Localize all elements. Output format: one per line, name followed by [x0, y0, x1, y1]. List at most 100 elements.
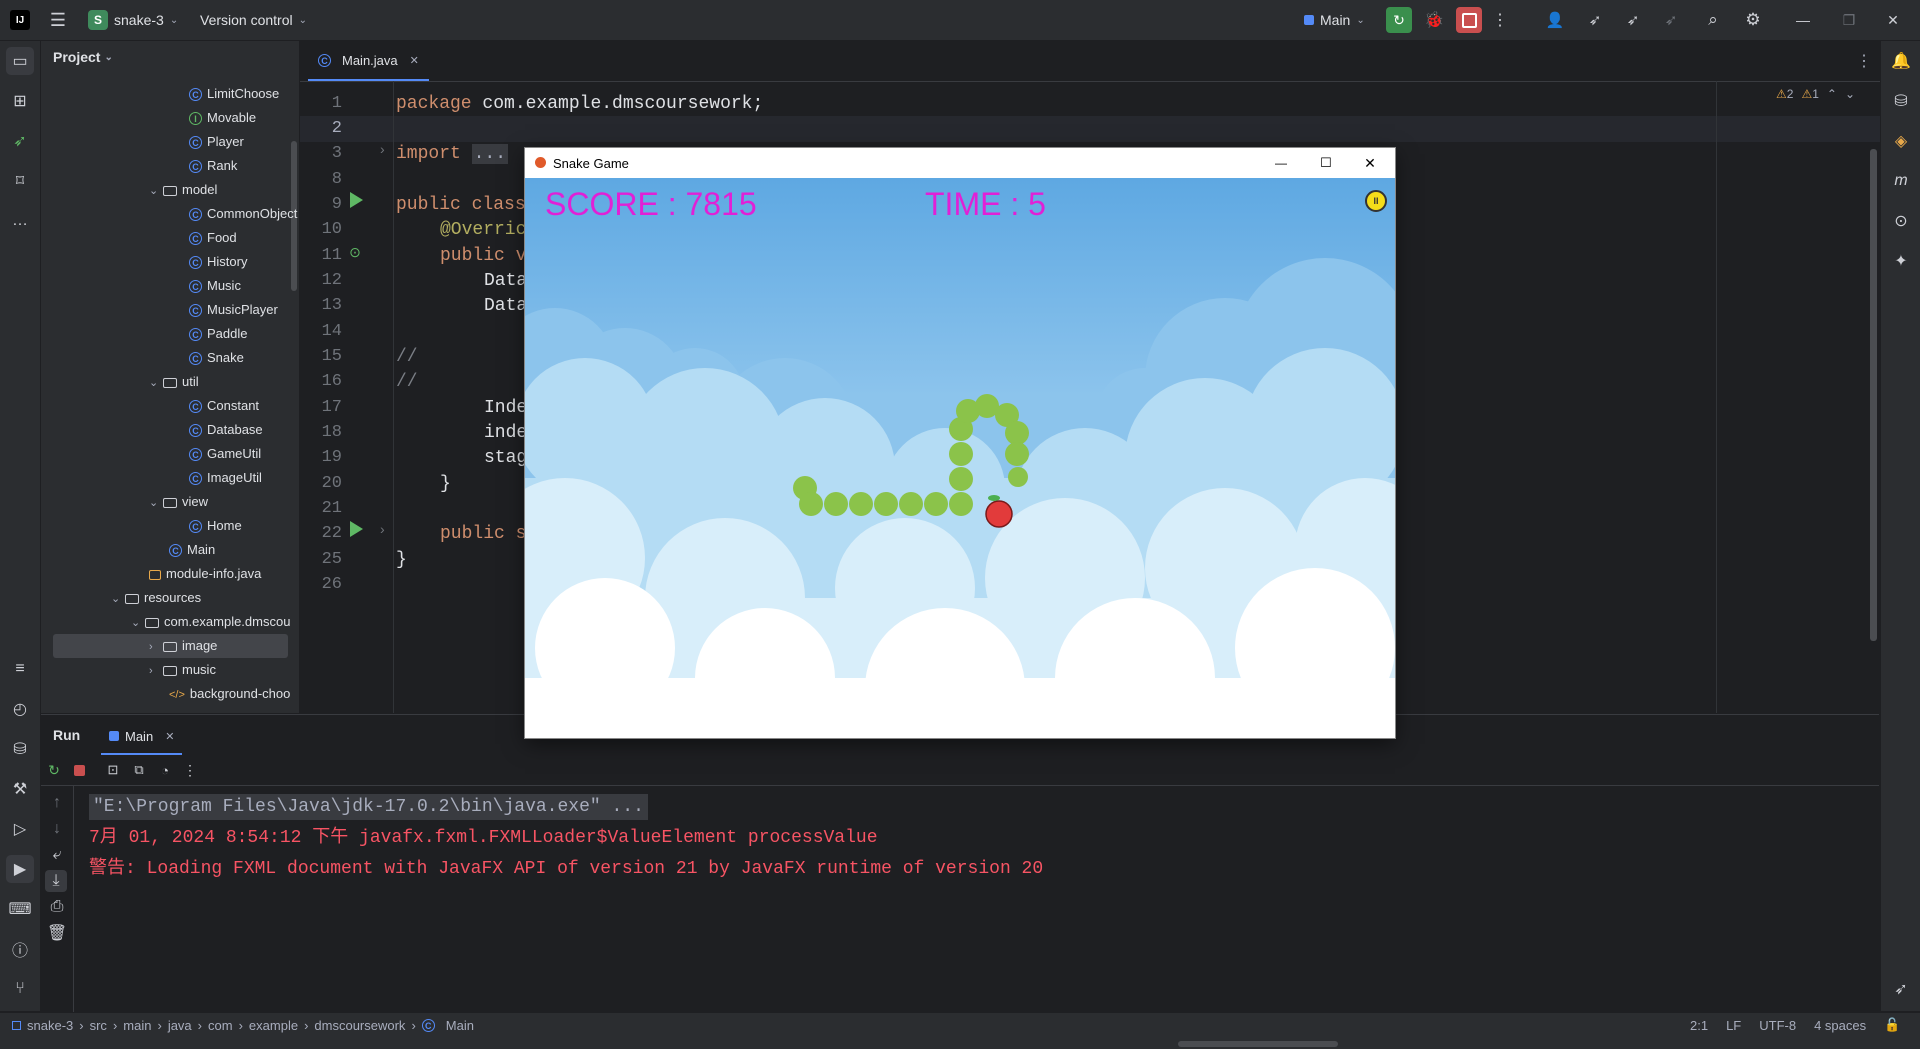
notifications-icon[interactable]: 🔔 [1887, 47, 1915, 75]
game-canvas[interactable]: SCORE : 7815 TIME : 5 II [525, 178, 1395, 738]
console-command-line[interactable]: "E:\Program Files\Java\jdk-17.0.2\bin\ja… [89, 794, 648, 820]
maximize-icon[interactable]: ☐ [1315, 152, 1337, 174]
run-config-selector[interactable]: Main ⌄ [1304, 9, 1365, 31]
tree-item[interactable]: C CommonObject [189, 202, 297, 226]
tree-folder[interactable]: ⌄ resources [111, 586, 201, 610]
close-tab-icon[interactable]: ✕ [165, 730, 174, 743]
stop-icon[interactable] [74, 765, 85, 776]
ai-assistant-icon[interactable]: ✦ [1887, 247, 1915, 275]
chevron-down-icon[interactable]: ⌄ [1845, 87, 1855, 101]
code-line[interactable]: } [440, 471, 451, 497]
tree-item[interactable]: C Constant [189, 394, 259, 418]
code-line[interactable]: package com.example.dmscoursework; [396, 91, 763, 117]
inspection-widget[interactable]: ⚠2 ⚠1 ⌃ ⌄ [1776, 87, 1855, 101]
file-encoding[interactable]: UTF-8 [1759, 1018, 1796, 1033]
database-tool-icon[interactable]: ⛁ [6, 735, 34, 763]
endpoints-icon[interactable]: ⊙ [1887, 207, 1915, 235]
code-line[interactable]: import ... [396, 141, 509, 167]
coverage-icon[interactable]: ◔ [156, 761, 174, 779]
tree-folder[interactable]: ⌄ model [149, 178, 217, 202]
search-icon[interactable]: ⌕ [1700, 7, 1726, 33]
version-control-menu[interactable]: Version control ⌄ [200, 9, 307, 31]
problems-tool-icon[interactable]: ⓘ [6, 935, 34, 963]
breadcrumb-item[interactable]: java [168, 1018, 192, 1033]
code-line[interactable]: @Overric [440, 217, 526, 243]
git-tool-icon[interactable]: ⑂ [6, 975, 34, 1003]
add-user-icon[interactable]: 👤 [1542, 7, 1568, 33]
gear-icon[interactable]: ⚙ [1740, 7, 1766, 33]
tab-more-icon[interactable]: ⋮ [1856, 51, 1872, 71]
override-gutter-icon[interactable]: ⊙ [346, 243, 364, 261]
more-icon[interactable]: ⋮ [181, 761, 199, 779]
code-line[interactable]: Inde [484, 395, 527, 421]
project-tool-icon[interactable]: ▭ [6, 47, 34, 75]
rocket-icon[interactable]: ➶ [1582, 7, 1608, 33]
tree-folder[interactable]: ⌄ com.example.dmscou [131, 610, 290, 634]
run-gutter-icon[interactable] [350, 192, 363, 208]
main-menu-icon[interactable]: ☰ [48, 10, 68, 30]
line-separator[interactable]: LF [1726, 1018, 1741, 1033]
print-icon[interactable]: ⎙ [48, 898, 66, 916]
tab-main-java[interactable]: C Main.java ✕ [308, 41, 429, 81]
tree-item[interactable]: C Music [189, 274, 241, 298]
minimize-icon[interactable]: — [1790, 7, 1816, 33]
snake-window-titlebar[interactable]: Snake Game — ☐ ✕ [525, 148, 1395, 178]
run-tool-icon[interactable]: ▶ [6, 855, 34, 883]
scroll-to-end-icon[interactable]: ⤓ [45, 870, 67, 892]
deploy-icon[interactable]: ➶ [1620, 7, 1646, 33]
tree-item[interactable]: C Paddle [189, 322, 247, 346]
fold-icon[interactable]: › [380, 521, 385, 537]
build-tool-icon[interactable]: ⚒ [6, 775, 34, 803]
tree-item[interactable]: C ImageUtil [189, 466, 262, 490]
code-line[interactable]: inde [484, 420, 527, 446]
code-line[interactable]: stag [484, 445, 527, 471]
tree-item[interactable]: I Movable [189, 106, 256, 130]
jrebel-tool-icon[interactable]: ➶ [6, 127, 34, 155]
jrebel-icon[interactable]: ➶ [1887, 975, 1915, 1003]
intellij-logo-icon[interactable]: IJ [10, 10, 30, 30]
breadcrumb-item[interactable]: com [208, 1018, 233, 1033]
code-line[interactable]: } [396, 547, 407, 573]
folded-imports[interactable]: ... [471, 144, 509, 164]
tree-item[interactable]: </> background-choo [169, 682, 290, 706]
tree-item[interactable]: C MusicPlayer [189, 298, 278, 322]
close-tab-icon[interactable]: ✕ [410, 54, 419, 67]
lock-icon[interactable]: 🔓 [1884, 1017, 1900, 1033]
code-line[interactable]: Data [484, 268, 527, 294]
tab-run-main[interactable]: Main ✕ [101, 719, 183, 755]
tree-item[interactable]: C History [189, 250, 247, 274]
tree-folder[interactable]: › music [149, 658, 216, 682]
fold-icon[interactable]: › [380, 141, 385, 157]
tree-folder-selected[interactable]: › image [149, 634, 217, 658]
bookmarks-tool-icon[interactable]: ⌑ [6, 167, 34, 195]
tree-folder[interactable]: ⌄ util [149, 370, 199, 394]
code-line[interactable]: public s [440, 521, 526, 547]
caret-position[interactable]: 2:1 [1690, 1018, 1708, 1033]
structure-tool-icon[interactable]: ⊞ [6, 87, 34, 115]
pause-button[interactable]: II [1365, 190, 1387, 212]
profiler-tool-icon[interactable]: ◴ [6, 695, 34, 723]
tree-item[interactable]: C Rank [189, 154, 237, 178]
tree-item[interactable]: C Main [169, 538, 215, 562]
tree-folder[interactable]: ⌄ view [149, 490, 208, 514]
stop-icon[interactable] [1456, 7, 1482, 33]
minimize-icon[interactable]: — [1270, 152, 1292, 174]
project-selector[interactable]: S snake-3 ⌄ [88, 9, 178, 31]
trash-icon[interactable]: 🗑 [47, 924, 67, 942]
database-icon[interactable]: ⛁ [1887, 87, 1915, 115]
code-line[interactable]: public class [396, 192, 526, 218]
code-line[interactable]: Data [484, 293, 527, 319]
tree-item[interactable]: C Home [189, 514, 242, 538]
close-icon[interactable]: ✕ [1880, 7, 1906, 33]
tree-item[interactable]: C Player [189, 130, 244, 154]
close-icon[interactable]: ✕ [1359, 152, 1381, 174]
more-tools-icon[interactable]: … [6, 207, 34, 235]
scroll-up-icon[interactable]: ↑ [48, 794, 66, 812]
editor-scrollbar[interactable] [1870, 149, 1877, 641]
todo-tool-icon[interactable]: ≡ [6, 655, 34, 683]
tree-item[interactable]: C LimitChoose [189, 82, 279, 106]
scroll-down-icon[interactable]: ↓ [48, 820, 66, 838]
rerun-icon[interactable]: ↻ [45, 761, 63, 779]
debug-icon[interactable]: 🐞 [1421, 7, 1447, 33]
breadcrumb-item[interactable]: main [123, 1018, 151, 1033]
